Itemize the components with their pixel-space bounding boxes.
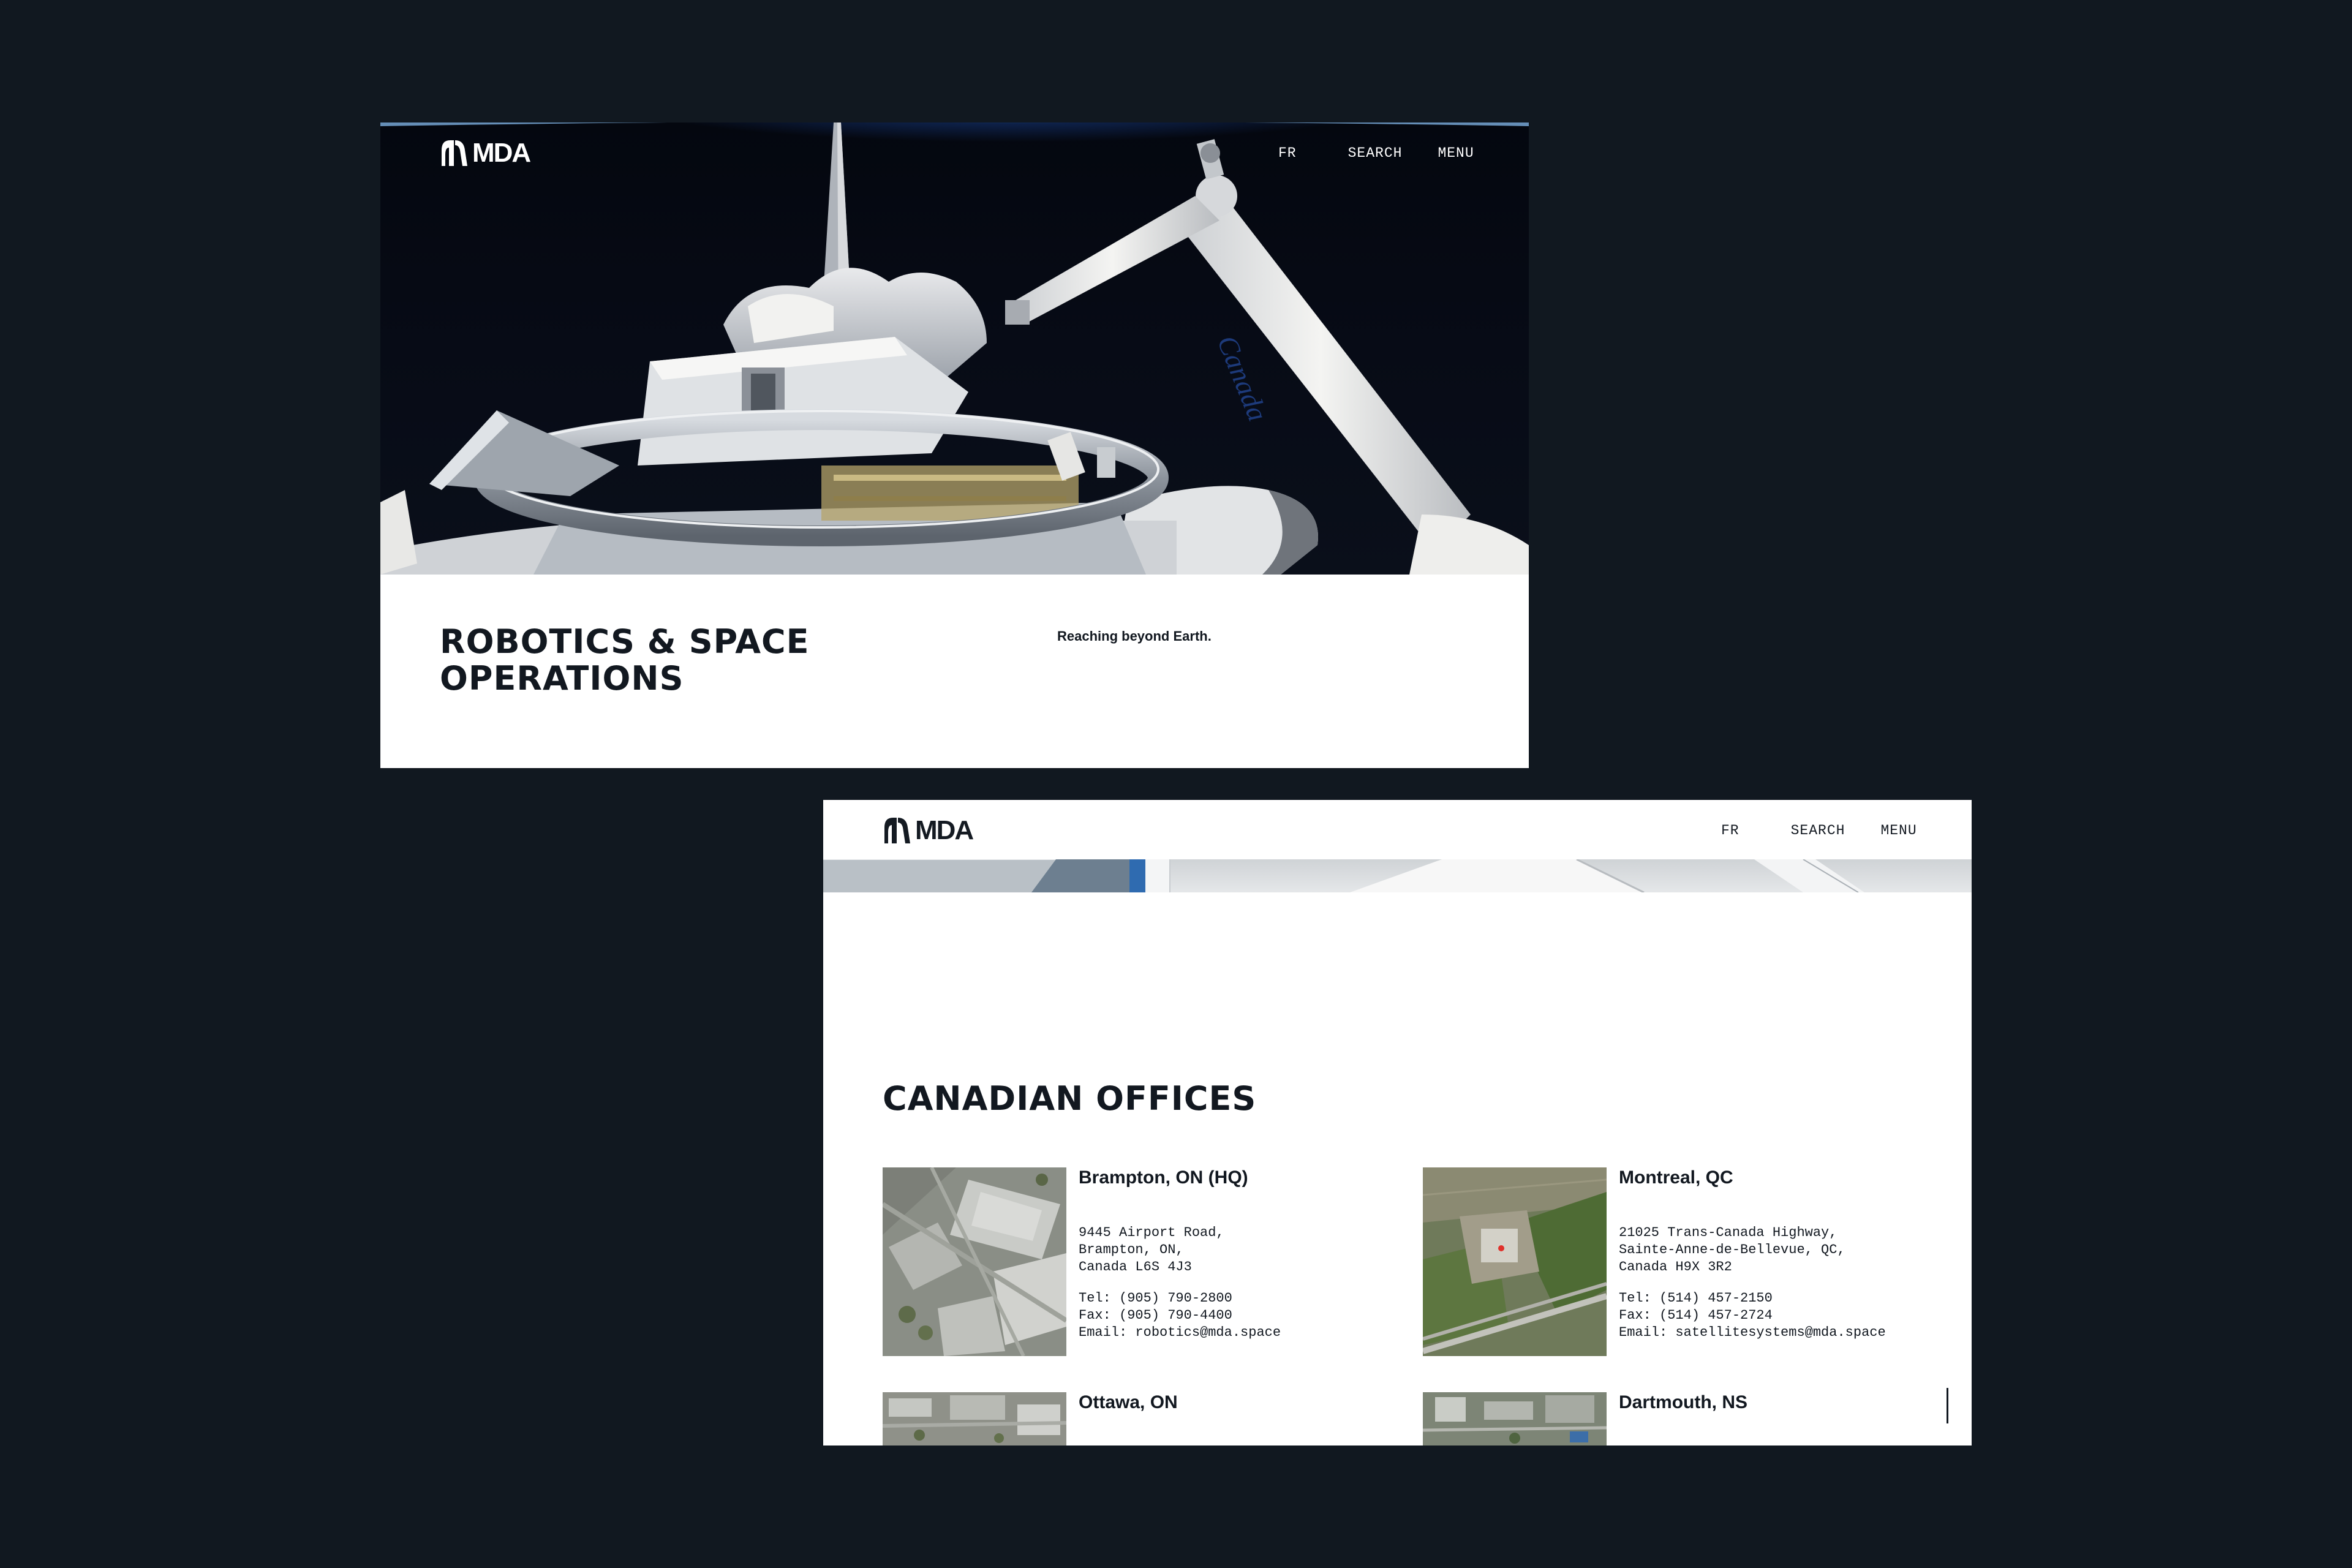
office-contact: Tel: (905) 790-2800 Fax: (905) 790-4400 … [1079, 1291, 1281, 1340]
search-link[interactable]: SEARCH [1348, 145, 1403, 161]
mda-logo[interactable]: MDA [882, 815, 974, 846]
page-title-line-1: ROBOTICS & SPACE [440, 622, 810, 661]
mda-logo-icon [442, 140, 467, 166]
mda-logo[interactable]: MDA [439, 138, 531, 168]
mda-logo-icon [884, 818, 910, 843]
office-map-montreal[interactable] [1423, 1167, 1607, 1356]
office-address: 21025 Trans-Canada Highway, Sainte-Anne-… [1619, 1225, 1845, 1275]
page-subtitle: Reaching beyond Earth. [1057, 628, 1212, 644]
office-name: Montreal, QC [1619, 1167, 1733, 1188]
logo-wordmark: MDA [915, 815, 974, 845]
page-title: ROBOTICS & SPACE OPERATIONS [440, 624, 869, 697]
robotics-page-screenshot: Canada MDA FR SEARCH MENU ROBOTICS & SPA… [380, 123, 1529, 768]
menu-link[interactable]: MENU [1880, 823, 1917, 839]
hero-image: Canada [380, 123, 1529, 575]
office-contact: Tel: (514) 457-2150 Fax: (514) 457-2724 … [1619, 1291, 1886, 1340]
page-title-line-2: OPERATIONS [440, 659, 684, 698]
space-shuttle-illustration [380, 123, 1529, 575]
top-nav: FR SEARCH MENU [1278, 145, 1474, 161]
top-nav: FR SEARCH MENU [1721, 823, 1917, 839]
section-title: CANADIAN OFFICES [883, 1079, 1257, 1118]
office-map-brampton[interactable] [883, 1167, 1066, 1356]
menu-link[interactable]: MENU [1438, 145, 1474, 161]
scrollbar-thumb[interactable] [1947, 1388, 1948, 1423]
office-map-ottawa[interactable] [883, 1392, 1066, 1446]
office-address: 9445 Airport Road, Brampton, ON, Canada … [1079, 1225, 1224, 1275]
office-map-dartmouth[interactable] [1423, 1392, 1607, 1446]
office-name: Brampton, ON (HQ) [1079, 1167, 1248, 1188]
language-toggle[interactable]: FR [1278, 145, 1297, 161]
office-name: Ottawa, ON [1079, 1392, 1178, 1412]
language-toggle[interactable]: FR [1721, 823, 1740, 839]
offices-page-screenshot: MDA FR SEARCH MENU CANADIAN OFFICES Bram… [823, 800, 1972, 1446]
office-name: Dartmouth, NS [1619, 1392, 1747, 1412]
search-link[interactable]: SEARCH [1791, 823, 1845, 839]
building-image-strip [823, 859, 1972, 892]
logo-wordmark: MDA [472, 138, 531, 168]
